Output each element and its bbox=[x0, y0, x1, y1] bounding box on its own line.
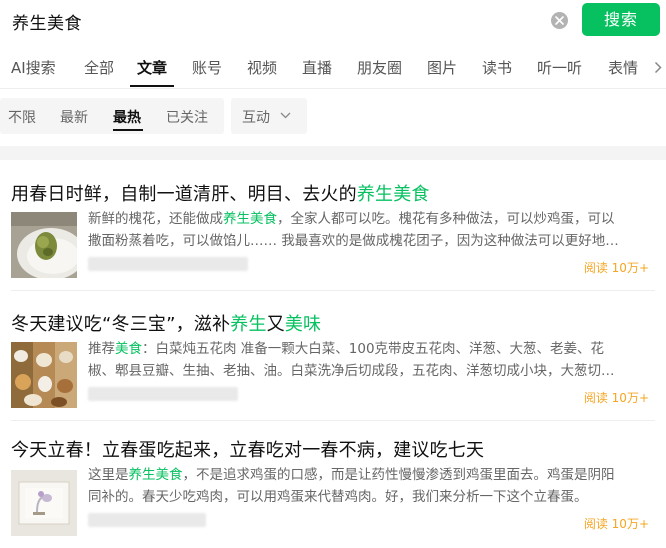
keyword-highlight: 美食 bbox=[115, 341, 142, 357]
filter-hottest[interactable]: 最热 bbox=[113, 107, 141, 127]
text-segment: ，全家人都可以吃。槐花有多种做法，可以炒鸡蛋，可以 bbox=[277, 211, 615, 227]
tab-accounts[interactable]: 账号 bbox=[192, 57, 222, 78]
result-thumbnail[interactable] bbox=[11, 470, 77, 536]
keyword-highlight: 美味 bbox=[284, 314, 322, 335]
filter-latest[interactable]: 最新 bbox=[60, 107, 88, 127]
tab-images[interactable]: 图片 bbox=[427, 57, 457, 78]
read-count: 阅读 10万+ bbox=[583, 261, 649, 275]
search-button[interactable]: 搜索 bbox=[582, 3, 660, 36]
tab-videos[interactable]: 视频 bbox=[247, 57, 277, 78]
chevron-right-icon[interactable] bbox=[654, 61, 662, 74]
text-segment: 今天立春！立春蛋吃起来，立春吃对一春不病，建议吃七天 bbox=[11, 440, 485, 461]
keyword-highlight: 养生美食 bbox=[223, 211, 277, 227]
text-segment: 椒、郫县豆瓣、生抽、老抽、油。白菜洗净后切成段，五花肉、洋葱切成小块，大葱切… bbox=[88, 363, 615, 379]
tab-books[interactable]: 读书 bbox=[482, 57, 512, 78]
filter-any[interactable]: 不限 bbox=[8, 107, 36, 127]
text-segment: 撒面粉蒸着吃，可以做馅儿…… 我最喜欢的是做成槐花团子，因为这种做法可以更好地… bbox=[88, 233, 619, 249]
result-summary: 推荐美食：白菜炖五花肉 准备一颗大白菜、100克带皮五花肉、洋葱、大葱、老姜、花… bbox=[88, 338, 658, 382]
clear-icon[interactable] bbox=[551, 12, 568, 29]
result-card[interactable]: 用春日时鲜，自制一道清肝、明目、去火的养生美食 新鲜的槐花，还能做成养生美食，全… bbox=[0, 180, 666, 291]
search-input[interactable]: 养生美食 bbox=[12, 9, 82, 34]
sort-filter-group: 不限 最新 最热 已关注 bbox=[0, 98, 224, 134]
text-segment: 又 bbox=[266, 314, 285, 335]
read-count: 阅读 10万+ bbox=[583, 391, 649, 405]
keyword-highlight: 养生美食 bbox=[128, 467, 183, 483]
active-tab-indicator bbox=[130, 85, 174, 87]
interact-dropdown[interactable]: 互动 bbox=[231, 98, 307, 134]
tab-articles[interactable]: 文章 bbox=[137, 57, 167, 78]
interact-label: 互动 bbox=[242, 110, 270, 126]
result-summary: 这里是养生美食，不是追求鸡蛋的口感，而是让药性慢慢渗透到鸡蛋里面去。鸡蛋是阴阳 … bbox=[88, 464, 658, 508]
card-divider bbox=[11, 420, 655, 421]
section-separator bbox=[0, 146, 666, 160]
result-title[interactable]: 冬天建议吃“冬三宝”，滋补养生又美味 bbox=[11, 310, 321, 336]
blurred-source bbox=[88, 387, 238, 401]
result-title[interactable]: 今天立春！立春蛋吃起来，立春吃对一春不病，建议吃七天 bbox=[11, 436, 484, 462]
text-segment: 用春日时鲜，自制一道清肝、明目、去火的 bbox=[11, 184, 357, 205]
tab-moments[interactable]: 朋友圈 bbox=[357, 57, 402, 78]
result-summary: 新鲜的槐花，还能做成养生美食，全家人都可以吃。槐花有多种做法，可以炒鸡蛋，可以 … bbox=[88, 208, 658, 252]
text-segment: ：白菜炖五花肉 准备一颗大白菜、100克带皮五花肉、洋葱、大葱、老姜、花 bbox=[142, 341, 605, 357]
chevron-down-icon bbox=[280, 112, 291, 119]
tab-ai-search[interactable]: AI搜索 bbox=[11, 57, 56, 78]
keyword-highlight: 养生美食 bbox=[356, 184, 430, 205]
text-segment: ，不是追求鸡蛋的口感，而是让药性慢慢渗透到鸡蛋里面去。鸡蛋是阴阳 bbox=[182, 467, 615, 483]
read-count: 阅读 10万+ bbox=[583, 517, 649, 531]
tab-listen[interactable]: 听一听 bbox=[537, 57, 582, 78]
result-title[interactable]: 用春日时鲜，自制一道清肝、明目、去火的养生美食 bbox=[11, 180, 430, 206]
active-filter-indicator bbox=[113, 129, 143, 131]
text-segment: 这里是 bbox=[88, 467, 129, 483]
filter-followed[interactable]: 已关注 bbox=[166, 107, 208, 127]
tab-stickers[interactable]: 表情 bbox=[608, 57, 638, 78]
filter-bar: 不限 最新 最热 已关注 互动 bbox=[0, 98, 666, 136]
text-segment: 新鲜的槐花，还能做成 bbox=[88, 211, 223, 227]
keyword-highlight: 养生 bbox=[230, 314, 267, 335]
text-segment: 冬天建议吃“冬三宝”，滋补 bbox=[11, 314, 231, 335]
search-bar: 养生美食 搜索 bbox=[0, 0, 666, 42]
card-divider bbox=[11, 290, 655, 291]
text-segment: 同补的。春天少吃鸡肉，可以用鸡蛋来代替鸡肉。好，我们来分析一下这个立春蛋。 bbox=[88, 489, 588, 505]
text-segment: 推荐 bbox=[88, 341, 115, 357]
result-thumbnail[interactable] bbox=[11, 212, 77, 278]
result-thumbnail[interactable] bbox=[11, 342, 77, 408]
tab-all[interactable]: 全部 bbox=[84, 57, 114, 78]
result-card[interactable]: 今天立春！立春蛋吃起来，立春吃对一春不病，建议吃七天 这里是养生美食，不是追求鸡… bbox=[0, 436, 666, 546]
tab-live[interactable]: 直播 bbox=[302, 57, 332, 78]
category-tabs: AI搜索 全部 文章 账号 视频 直播 朋友圈 图片 读书 听一听 表情 bbox=[0, 47, 666, 89]
blurred-source bbox=[88, 257, 248, 271]
result-card[interactable]: 冬天建议吃“冬三宝”，滋补养生又美味 推荐美食：白菜炖五花肉 准备一颗大白菜、1… bbox=[0, 310, 666, 421]
blurred-source bbox=[88, 513, 206, 527]
